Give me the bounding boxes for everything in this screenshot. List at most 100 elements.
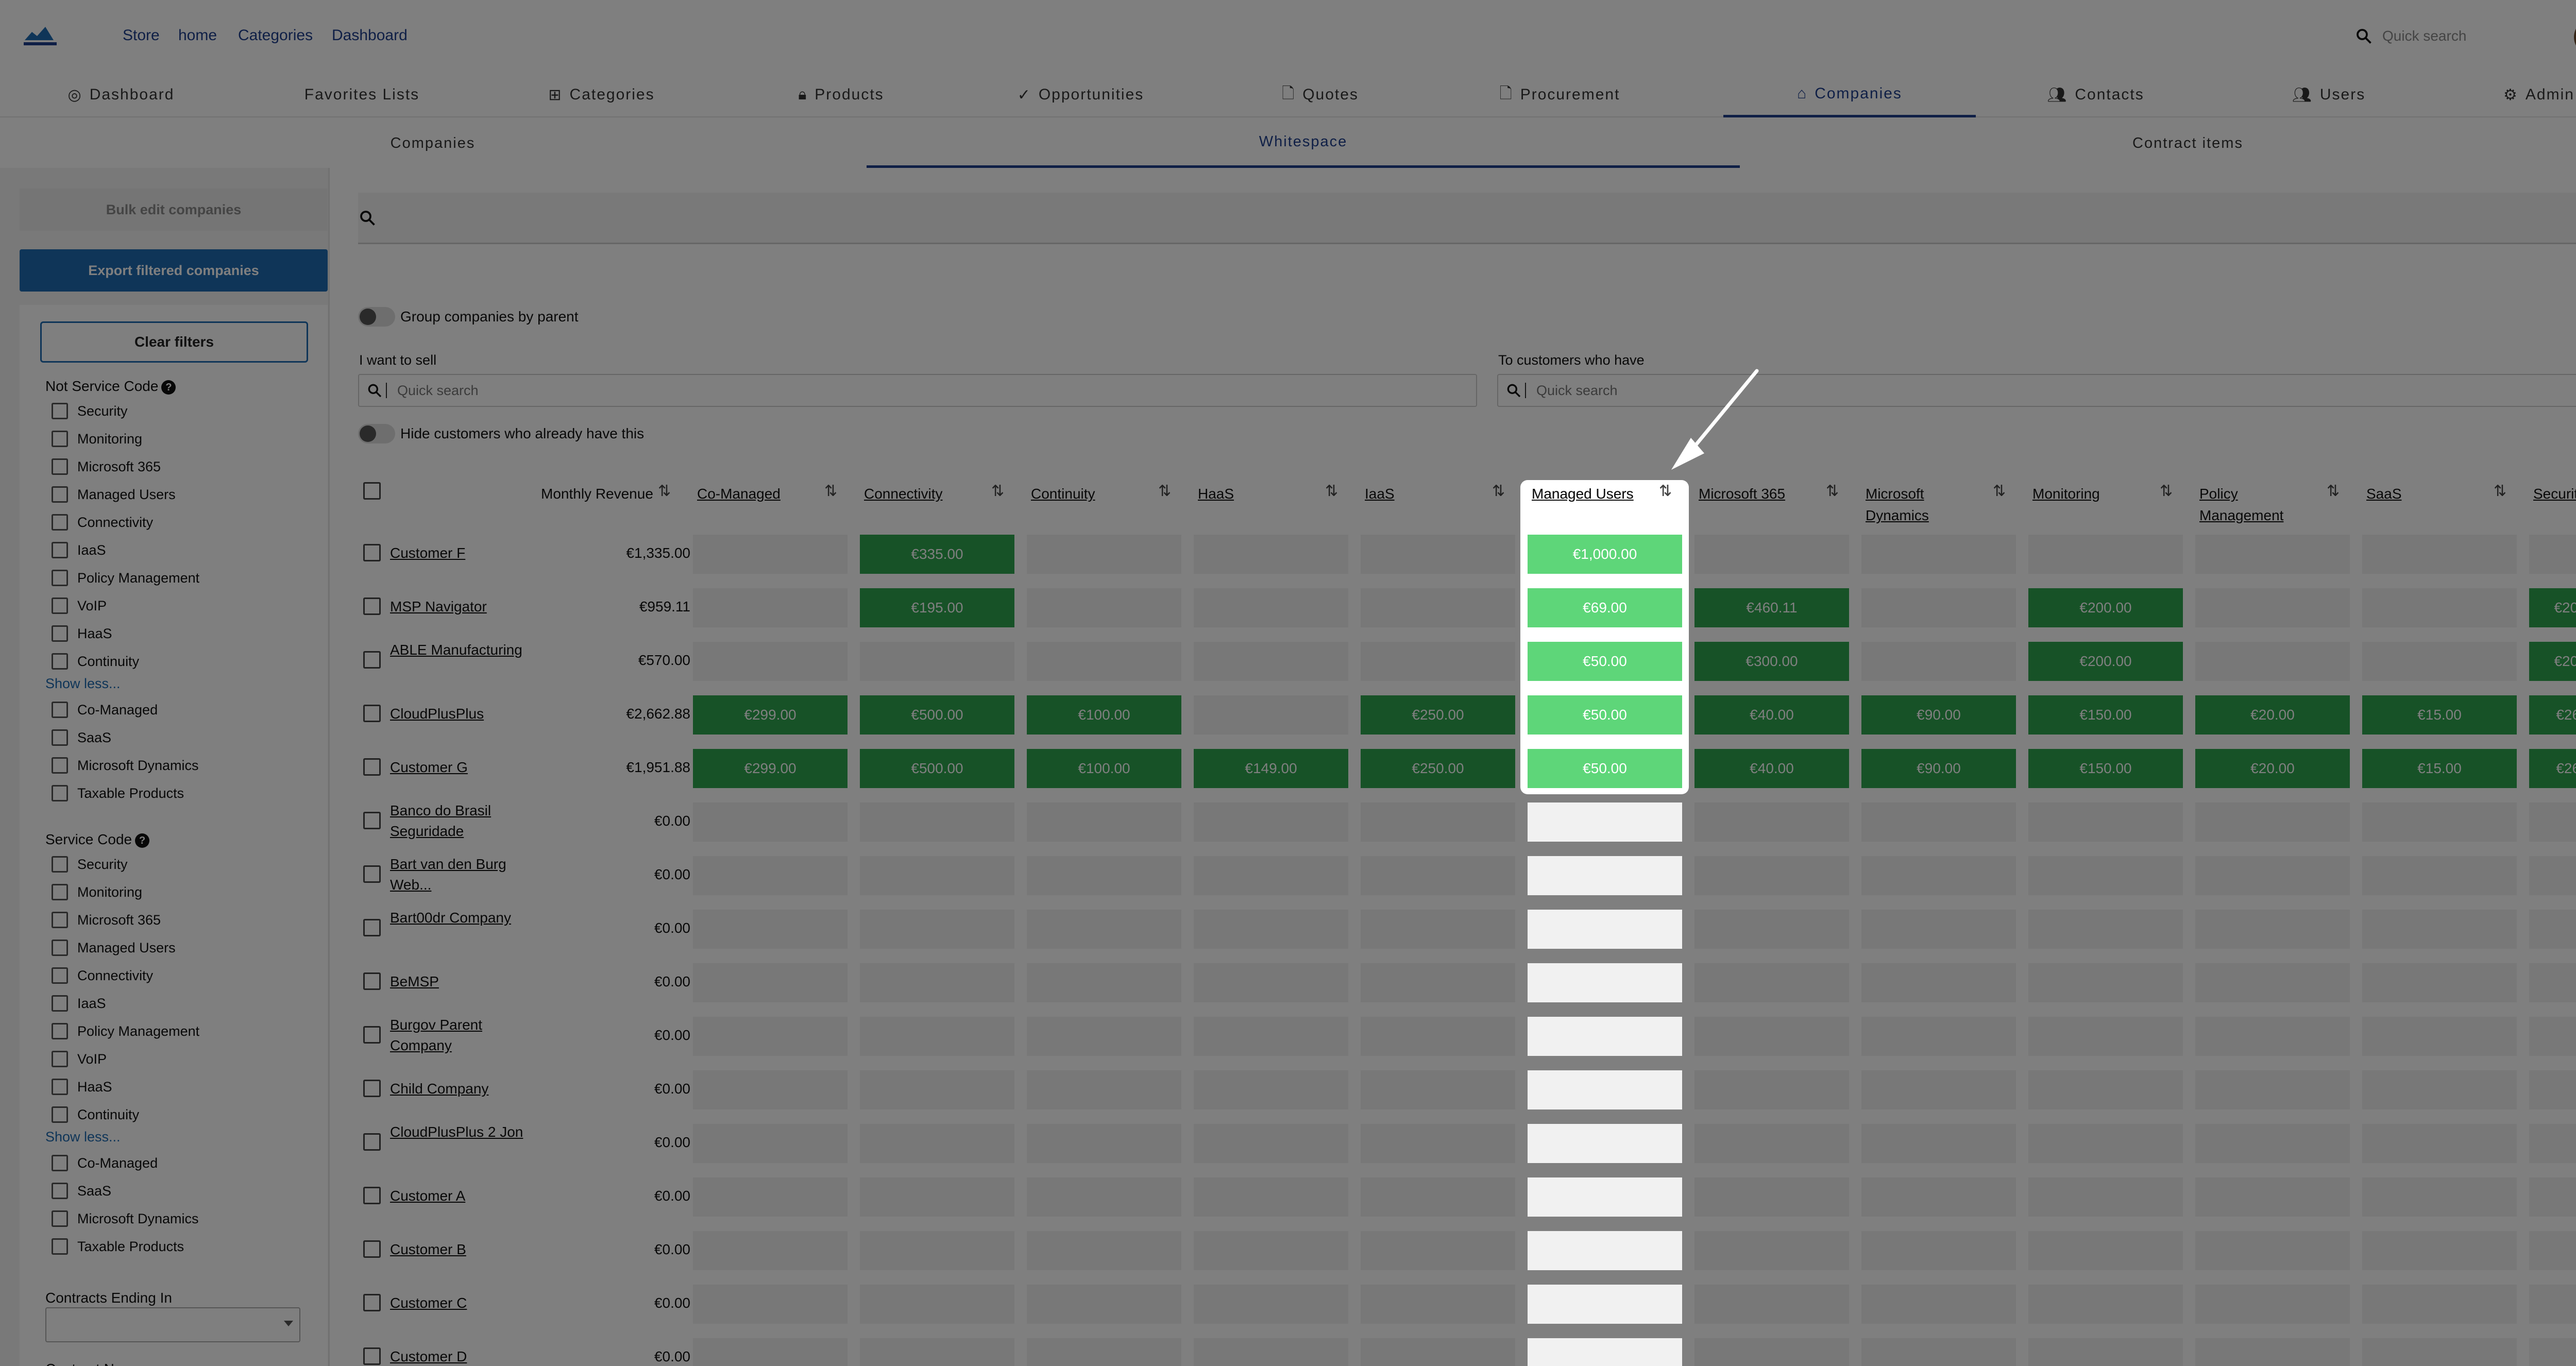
logo[interactable]: [20, 21, 61, 52]
service-cell[interactable]: [1694, 1285, 1849, 1324]
service-cell[interactable]: [1194, 1285, 1348, 1324]
service-cell[interactable]: [2362, 1231, 2517, 1270]
service-cell[interactable]: [1861, 910, 2016, 949]
service-cell[interactable]: [1194, 1070, 1348, 1109]
contracts-ending-select[interactable]: [45, 1307, 300, 1342]
service-cell[interactable]: €200.00: [2028, 642, 2183, 681]
tab-companies[interactable]: Companies: [0, 118, 866, 168]
service-cell[interactable]: [860, 1285, 1014, 1324]
have-search-input[interactable]: Quick search: [1497, 374, 2576, 407]
filter-checkbox-item[interactable]: Continuity: [52, 1104, 139, 1125]
column-header[interactable]: Continuity: [1031, 480, 1144, 532]
service-cell[interactable]: [2529, 1177, 2576, 1217]
nav-users[interactable]: 👥︎ Users: [2215, 72, 2442, 117]
service-cell[interactable]: €149.00: [1194, 749, 1348, 788]
row-checkbox[interactable]: [363, 1294, 381, 1311]
checkbox[interactable]: [52, 1238, 68, 1255]
service-cell[interactable]: €335.00: [860, 535, 1014, 574]
column-header[interactable]: Connectivity: [864, 480, 977, 532]
company-name-link[interactable]: Customer D: [390, 1346, 529, 1366]
service-cell[interactable]: €40.00: [1694, 695, 1849, 735]
service-cell[interactable]: [1194, 910, 1348, 949]
checkbox[interactable]: [52, 653, 68, 670]
service-cell[interactable]: €299.00: [693, 749, 848, 788]
filter-checkbox-item[interactable]: Connectivity: [52, 965, 153, 986]
service-cell[interactable]: [2028, 963, 2183, 1002]
filter-checkbox-item[interactable]: Security: [52, 854, 128, 875]
sort-icon[interactable]: ⇅: [1158, 482, 1171, 500]
service-cell[interactable]: [1694, 963, 1849, 1002]
service-cell[interactable]: [1194, 963, 1348, 1002]
show-less-link[interactable]: Show less...: [45, 676, 121, 692]
service-cell[interactable]: [2195, 535, 2350, 574]
service-cell[interactable]: [2195, 588, 2350, 627]
revenue-header[interactable]: Monthly Revenue: [541, 480, 670, 532]
checkbox[interactable]: [52, 431, 68, 447]
service-cell[interactable]: [1361, 910, 1515, 949]
filter-checkbox-item[interactable]: HaaS: [52, 1077, 112, 1097]
service-cell[interactable]: [693, 1285, 848, 1324]
service-cell[interactable]: [1361, 856, 1515, 895]
service-cell[interactable]: [2195, 1231, 2350, 1270]
service-cell[interactable]: [1027, 1177, 1181, 1217]
service-cell[interactable]: [1361, 1017, 1515, 1056]
company-name-link[interactable]: CloudPlusPlus 2 Jon: [390, 1122, 529, 1142]
service-cell[interactable]: [693, 910, 848, 949]
filter-checkbox-item[interactable]: HaaS: [52, 623, 112, 644]
row-checkbox[interactable]: [363, 865, 381, 883]
service-cell[interactable]: [2195, 910, 2350, 949]
service-cell[interactable]: [860, 856, 1014, 895]
service-cell[interactable]: [860, 1231, 1014, 1270]
service-cell[interactable]: [1694, 535, 1849, 574]
checkbox[interactable]: [52, 486, 68, 503]
filter-checkbox-item[interactable]: Microsoft 365: [52, 456, 161, 477]
service-cell[interactable]: [1694, 802, 1849, 842]
column-header[interactable]: IaaS: [1365, 480, 1478, 532]
service-cell[interactable]: [2362, 1017, 2517, 1056]
service-cell[interactable]: [2195, 802, 2350, 842]
checkbox[interactable]: [52, 597, 68, 614]
service-cell[interactable]: €50.00: [1528, 695, 1682, 735]
row-checkbox[interactable]: [363, 972, 381, 990]
sort-icon[interactable]: ⇅: [1325, 482, 1338, 500]
service-cell[interactable]: [2028, 1124, 2183, 1163]
checkbox[interactable]: [52, 1079, 68, 1095]
service-cell[interactable]: [1027, 802, 1181, 842]
service-cell[interactable]: [1694, 1231, 1849, 1270]
service-cell[interactable]: [2028, 856, 2183, 895]
service-cell[interactable]: €50.00: [1528, 642, 1682, 681]
service-cell[interactable]: [2529, 963, 2576, 1002]
service-cell[interactable]: [1861, 963, 2016, 1002]
service-cell[interactable]: [2362, 802, 2517, 842]
service-cell[interactable]: [2028, 535, 2183, 574]
service-cell[interactable]: [1861, 535, 2016, 574]
service-cell[interactable]: [2028, 1070, 2183, 1109]
service-cell[interactable]: [1361, 963, 1515, 1002]
avatar[interactable]: [2574, 19, 2576, 56]
service-cell[interactable]: [2362, 910, 2517, 949]
service-cell[interactable]: [1694, 1070, 1849, 1109]
filter-checkbox-item[interactable]: Managed Users: [52, 937, 176, 958]
service-cell[interactable]: [1361, 1231, 1515, 1270]
service-cell[interactable]: [860, 1017, 1014, 1056]
service-cell[interactable]: [1861, 642, 2016, 681]
service-cell[interactable]: [2028, 1338, 2183, 1366]
service-cell[interactable]: €15.00: [2362, 749, 2517, 788]
service-cell[interactable]: [1194, 588, 1348, 627]
nav-contacts[interactable]: 👥︎ Contacts: [1976, 72, 2215, 117]
filter-checkbox-item[interactable]: IaaS: [52, 993, 106, 1014]
row-checkbox[interactable]: [363, 1240, 381, 1258]
checkbox[interactable]: [52, 967, 68, 984]
row-checkbox[interactable]: [363, 1133, 381, 1151]
company-name-link[interactable]: Customer F: [390, 543, 529, 564]
service-cell[interactable]: [1861, 1338, 2016, 1366]
service-cell[interactable]: €300.00: [1694, 642, 1849, 681]
service-cell[interactable]: [1528, 1177, 1682, 1217]
service-cell[interactable]: [2195, 1285, 2350, 1324]
filter-checkbox-item[interactable]: Co-Managed: [52, 1153, 158, 1173]
checkbox[interactable]: [52, 912, 68, 928]
service-cell[interactable]: €20.0: [2529, 642, 2576, 681]
service-cell[interactable]: [2529, 1124, 2576, 1163]
filter-checkbox-item[interactable]: Security: [52, 401, 128, 421]
checkbox[interactable]: [52, 1051, 68, 1067]
